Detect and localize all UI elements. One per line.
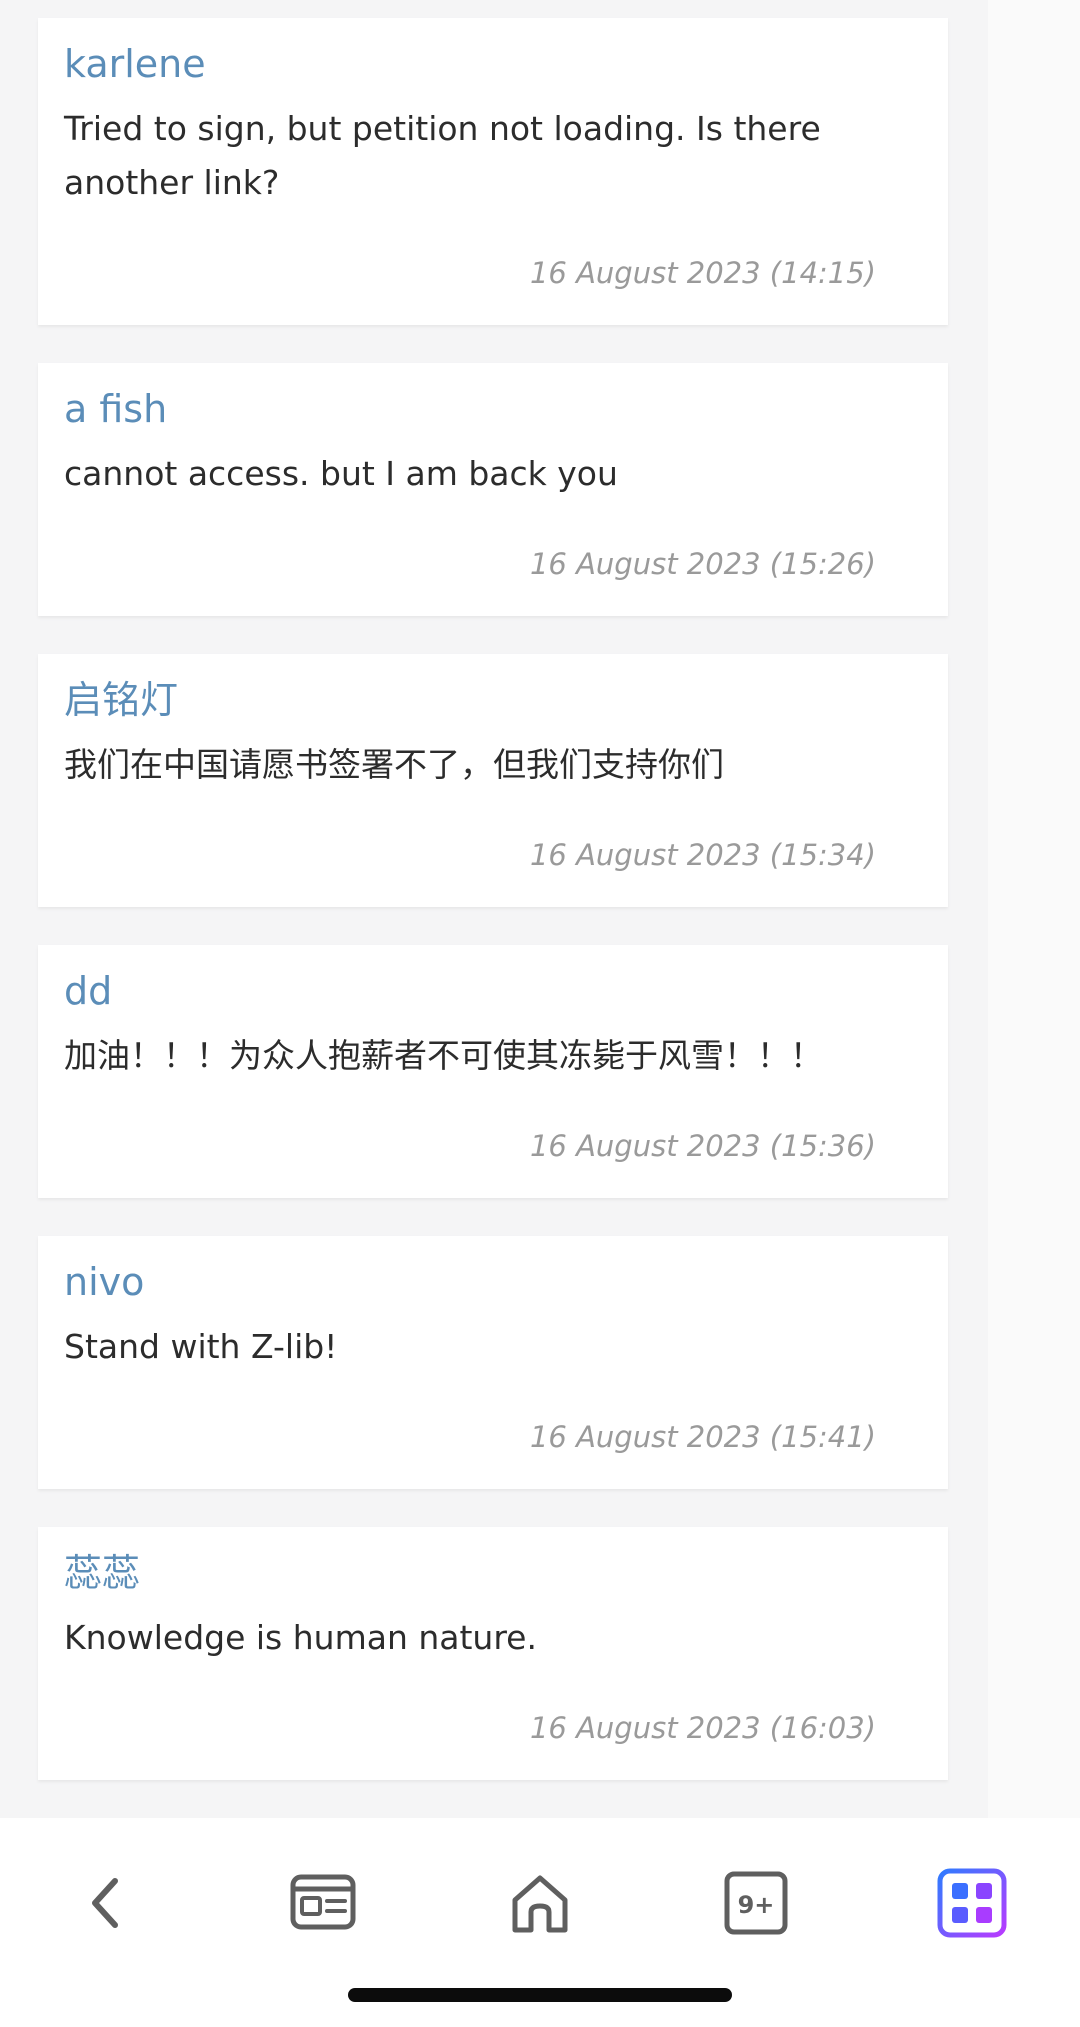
comment-card: nivo Stand with Z-lib! 16 August 2023 (1… <box>38 1236 948 1489</box>
newspaper-icon <box>290 1874 356 1930</box>
tabs-count-icon: 9+ <box>724 1871 788 1935</box>
home-icon <box>512 1875 568 1933</box>
comment-list: karlene Tried to sign, but petition not … <box>38 18 948 1818</box>
comment-author: karlene <box>64 42 206 86</box>
comment-author: dd <box>64 969 113 1013</box>
home-indicator[interactable] <box>348 1988 732 2002</box>
comment-timestamp: 16 August 2023 (15:41) <box>529 1420 876 1454</box>
tabs-count-text: 9+ <box>738 1891 775 1919</box>
comment-text: cannot access. but I am back you <box>64 454 618 493</box>
chevron-left-icon <box>92 1878 118 1928</box>
back-button[interactable] <box>62 1858 152 1948</box>
comment-text: 加油！！！为众人抱薪者不可使其冻毙于风雪！！！ <box>64 1036 823 1075</box>
comment-text: Tried to sign, but petition not loading.… <box>64 109 821 202</box>
comment-timestamp: 16 August 2023 (15:26) <box>529 547 876 581</box>
tabs-button[interactable]: 9+ <box>711 1858 801 1948</box>
comment-author: a fish <box>64 387 168 431</box>
comment-text: 我们在中国请愿书签署不了，但我们支持你们 <box>64 745 724 784</box>
comment-timestamp: 16 August 2023 (16:03) <box>529 1711 876 1745</box>
comment-card: karlene Tried to sign, but petition not … <box>38 18 948 325</box>
comment-card: 启铭灯 我们在中国请愿书签署不了，但我们支持你们 16 August 2023 … <box>38 654 948 907</box>
comment-card: a fish cannot access. but I am back you … <box>38 363 948 616</box>
comment-card: dd 加油！！！为众人抱薪者不可使其冻毙于风雪！！！ 16 August 202… <box>38 945 948 1198</box>
home-button[interactable] <box>495 1858 585 1948</box>
comment-author: 蕊蕊 <box>64 1551 141 1595</box>
page-right-gutter <box>988 0 1080 1818</box>
comment-author: nivo <box>64 1260 145 1304</box>
apps-grid-icon <box>937 1868 1007 1938</box>
comment-card: 蕊蕊 Knowledge is human nature. 16 August … <box>38 1527 948 1780</box>
news-button[interactable] <box>279 1858 369 1948</box>
comment-author: 启铭灯 <box>64 678 179 722</box>
browser-bottom-toolbar: 9+ <box>0 1818 1080 2027</box>
comment-text: Knowledge is human nature. <box>64 1618 537 1657</box>
comment-timestamp: 16 August 2023 (15:36) <box>529 1129 876 1163</box>
apps-button[interactable] <box>927 1858 1017 1948</box>
comment-text: Stand with Z-lib! <box>64 1327 338 1366</box>
comment-timestamp: 16 August 2023 (15:34) <box>529 838 876 872</box>
comment-timestamp: 16 August 2023 (14:15) <box>529 256 876 290</box>
